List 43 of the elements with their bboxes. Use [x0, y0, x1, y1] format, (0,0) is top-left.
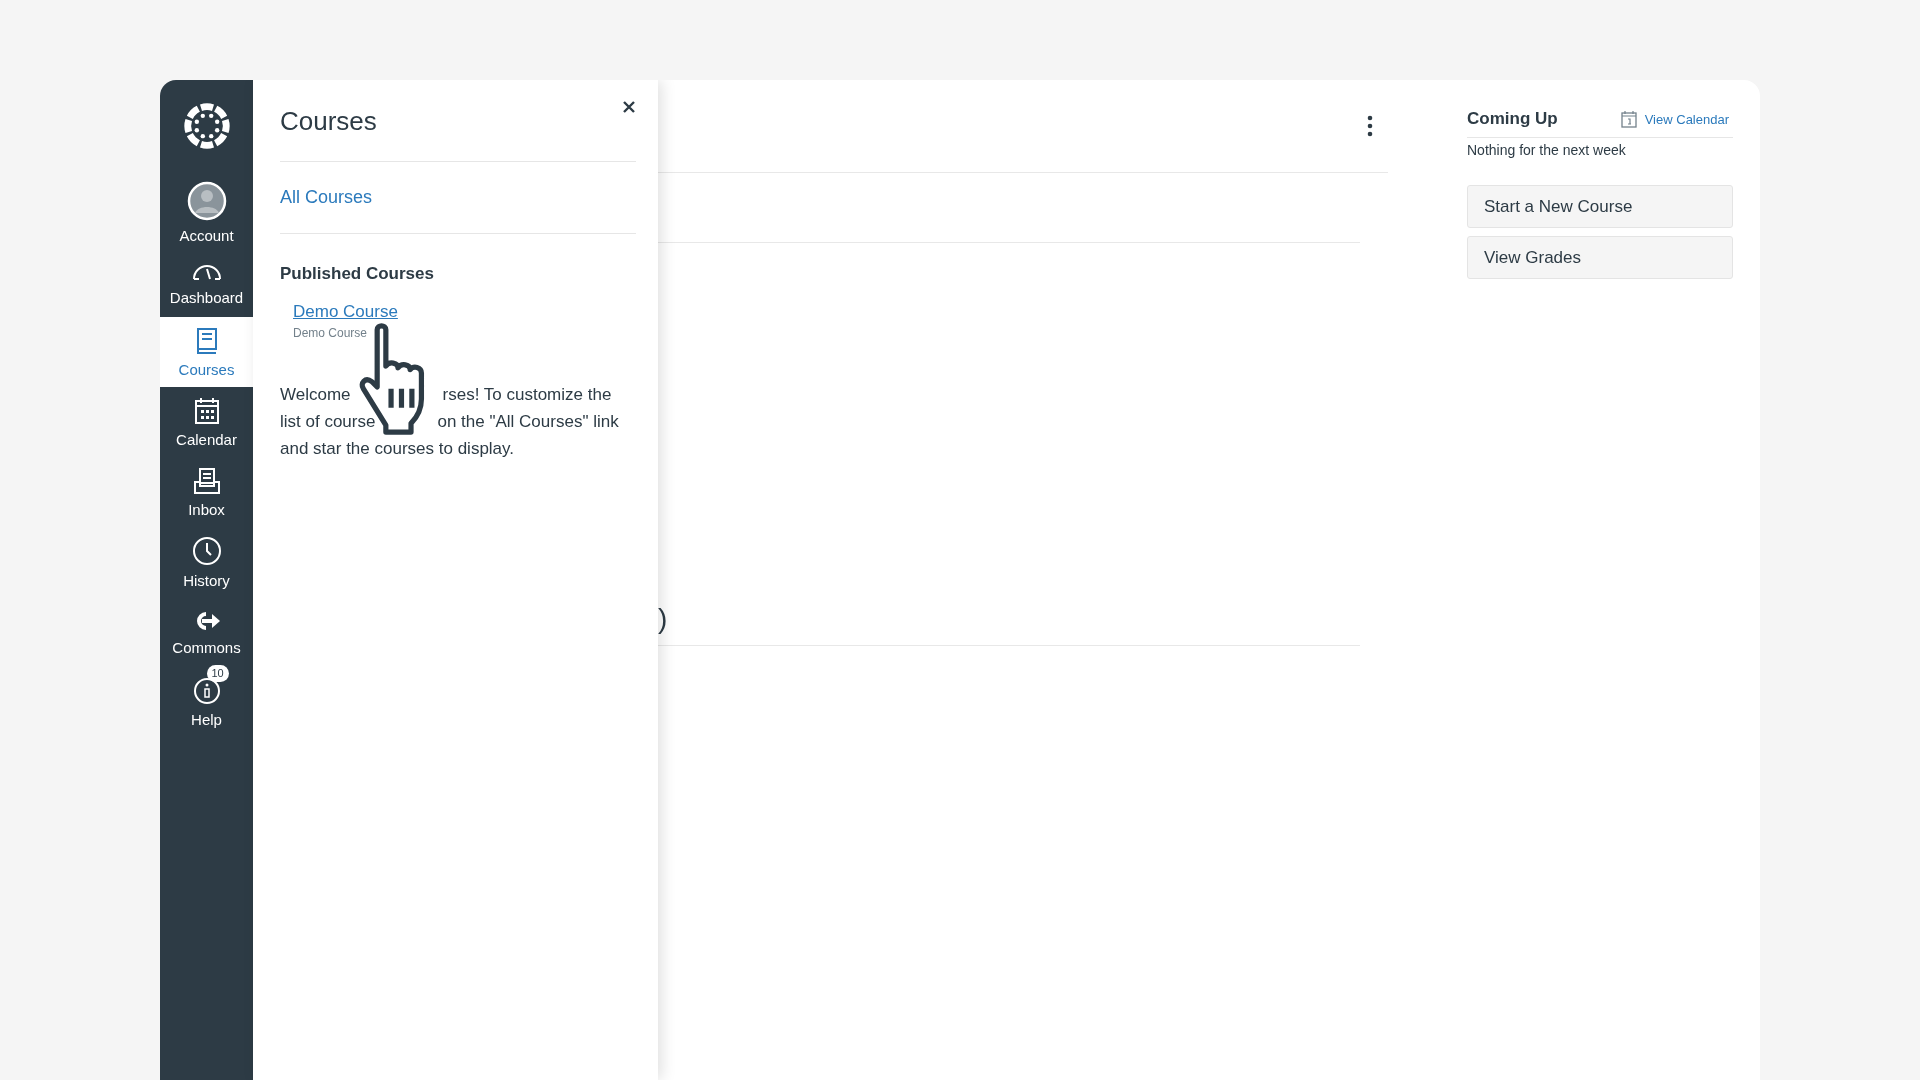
book-icon: [194, 326, 219, 355]
inbox-icon: [192, 466, 221, 495]
welcome-text: list of course: [280, 411, 376, 432]
calendar-icon: [193, 396, 220, 425]
info-icon: [192, 676, 221, 705]
nav-label: History: [183, 571, 230, 589]
nav-label: Commons: [172, 638, 241, 656]
close-button[interactable]: [622, 100, 636, 114]
empty-message: Nothing for the next week: [1467, 142, 1627, 158]
course-subtitle: Demo Course: [293, 326, 369, 340]
notification-badge: 10: [206, 664, 229, 682]
welcome-text: on the "All Courses" link: [437, 411, 619, 432]
welcome-text: Welcome: [280, 384, 351, 405]
action-button[interactable]: View Grades: [1467, 236, 1733, 279]
nav-label: Help: [191, 710, 222, 728]
nav-item[interactable]: Calendar: [160, 387, 253, 457]
nav-item[interactable]: History: [160, 527, 253, 597]
nav-item[interactable]: Commons: [160, 597, 253, 667]
panel-title: Courses: [280, 106, 377, 137]
welcome-text: and star the courses to display.: [280, 438, 515, 459]
coming-up-title: Coming Up: [1467, 109, 1558, 129]
action-button[interactable]: Start a New Course: [1467, 185, 1733, 228]
all-courses-link[interactable]: All Courses: [280, 187, 373, 207]
more-options-button[interactable]: [1367, 115, 1373, 137]
view-calendar-link[interactable]: View Calendar: [1620, 110, 1729, 128]
nav-item[interactable]: Account: [160, 177, 253, 247]
nav-item[interactable]: 10 Help: [160, 667, 253, 737]
clock-icon: [191, 535, 222, 566]
nav-item[interactable]: Inbox: [160, 457, 253, 527]
nav-label: Courses: [178, 360, 235, 378]
nav-label: Inbox: [188, 500, 225, 518]
avatar-icon: [186, 180, 227, 221]
course-link[interactable]: Demo Course: [293, 302, 398, 322]
nav-item[interactable]: Dashboard: [160, 247, 253, 317]
nav-label: Account: [179, 226, 234, 244]
calendar-icon: [1620, 110, 1637, 128]
nav-label: Calendar: [176, 430, 237, 448]
nav-label: Dashboard: [169, 288, 244, 306]
nav-item[interactable]: Courses: [160, 317, 253, 387]
section-title: Published Courses: [280, 264, 435, 284]
heading-fragment: ): [658, 603, 668, 634]
logo[interactable]: [182, 102, 231, 150]
welcome-text: rses! To customize the: [442, 384, 612, 405]
